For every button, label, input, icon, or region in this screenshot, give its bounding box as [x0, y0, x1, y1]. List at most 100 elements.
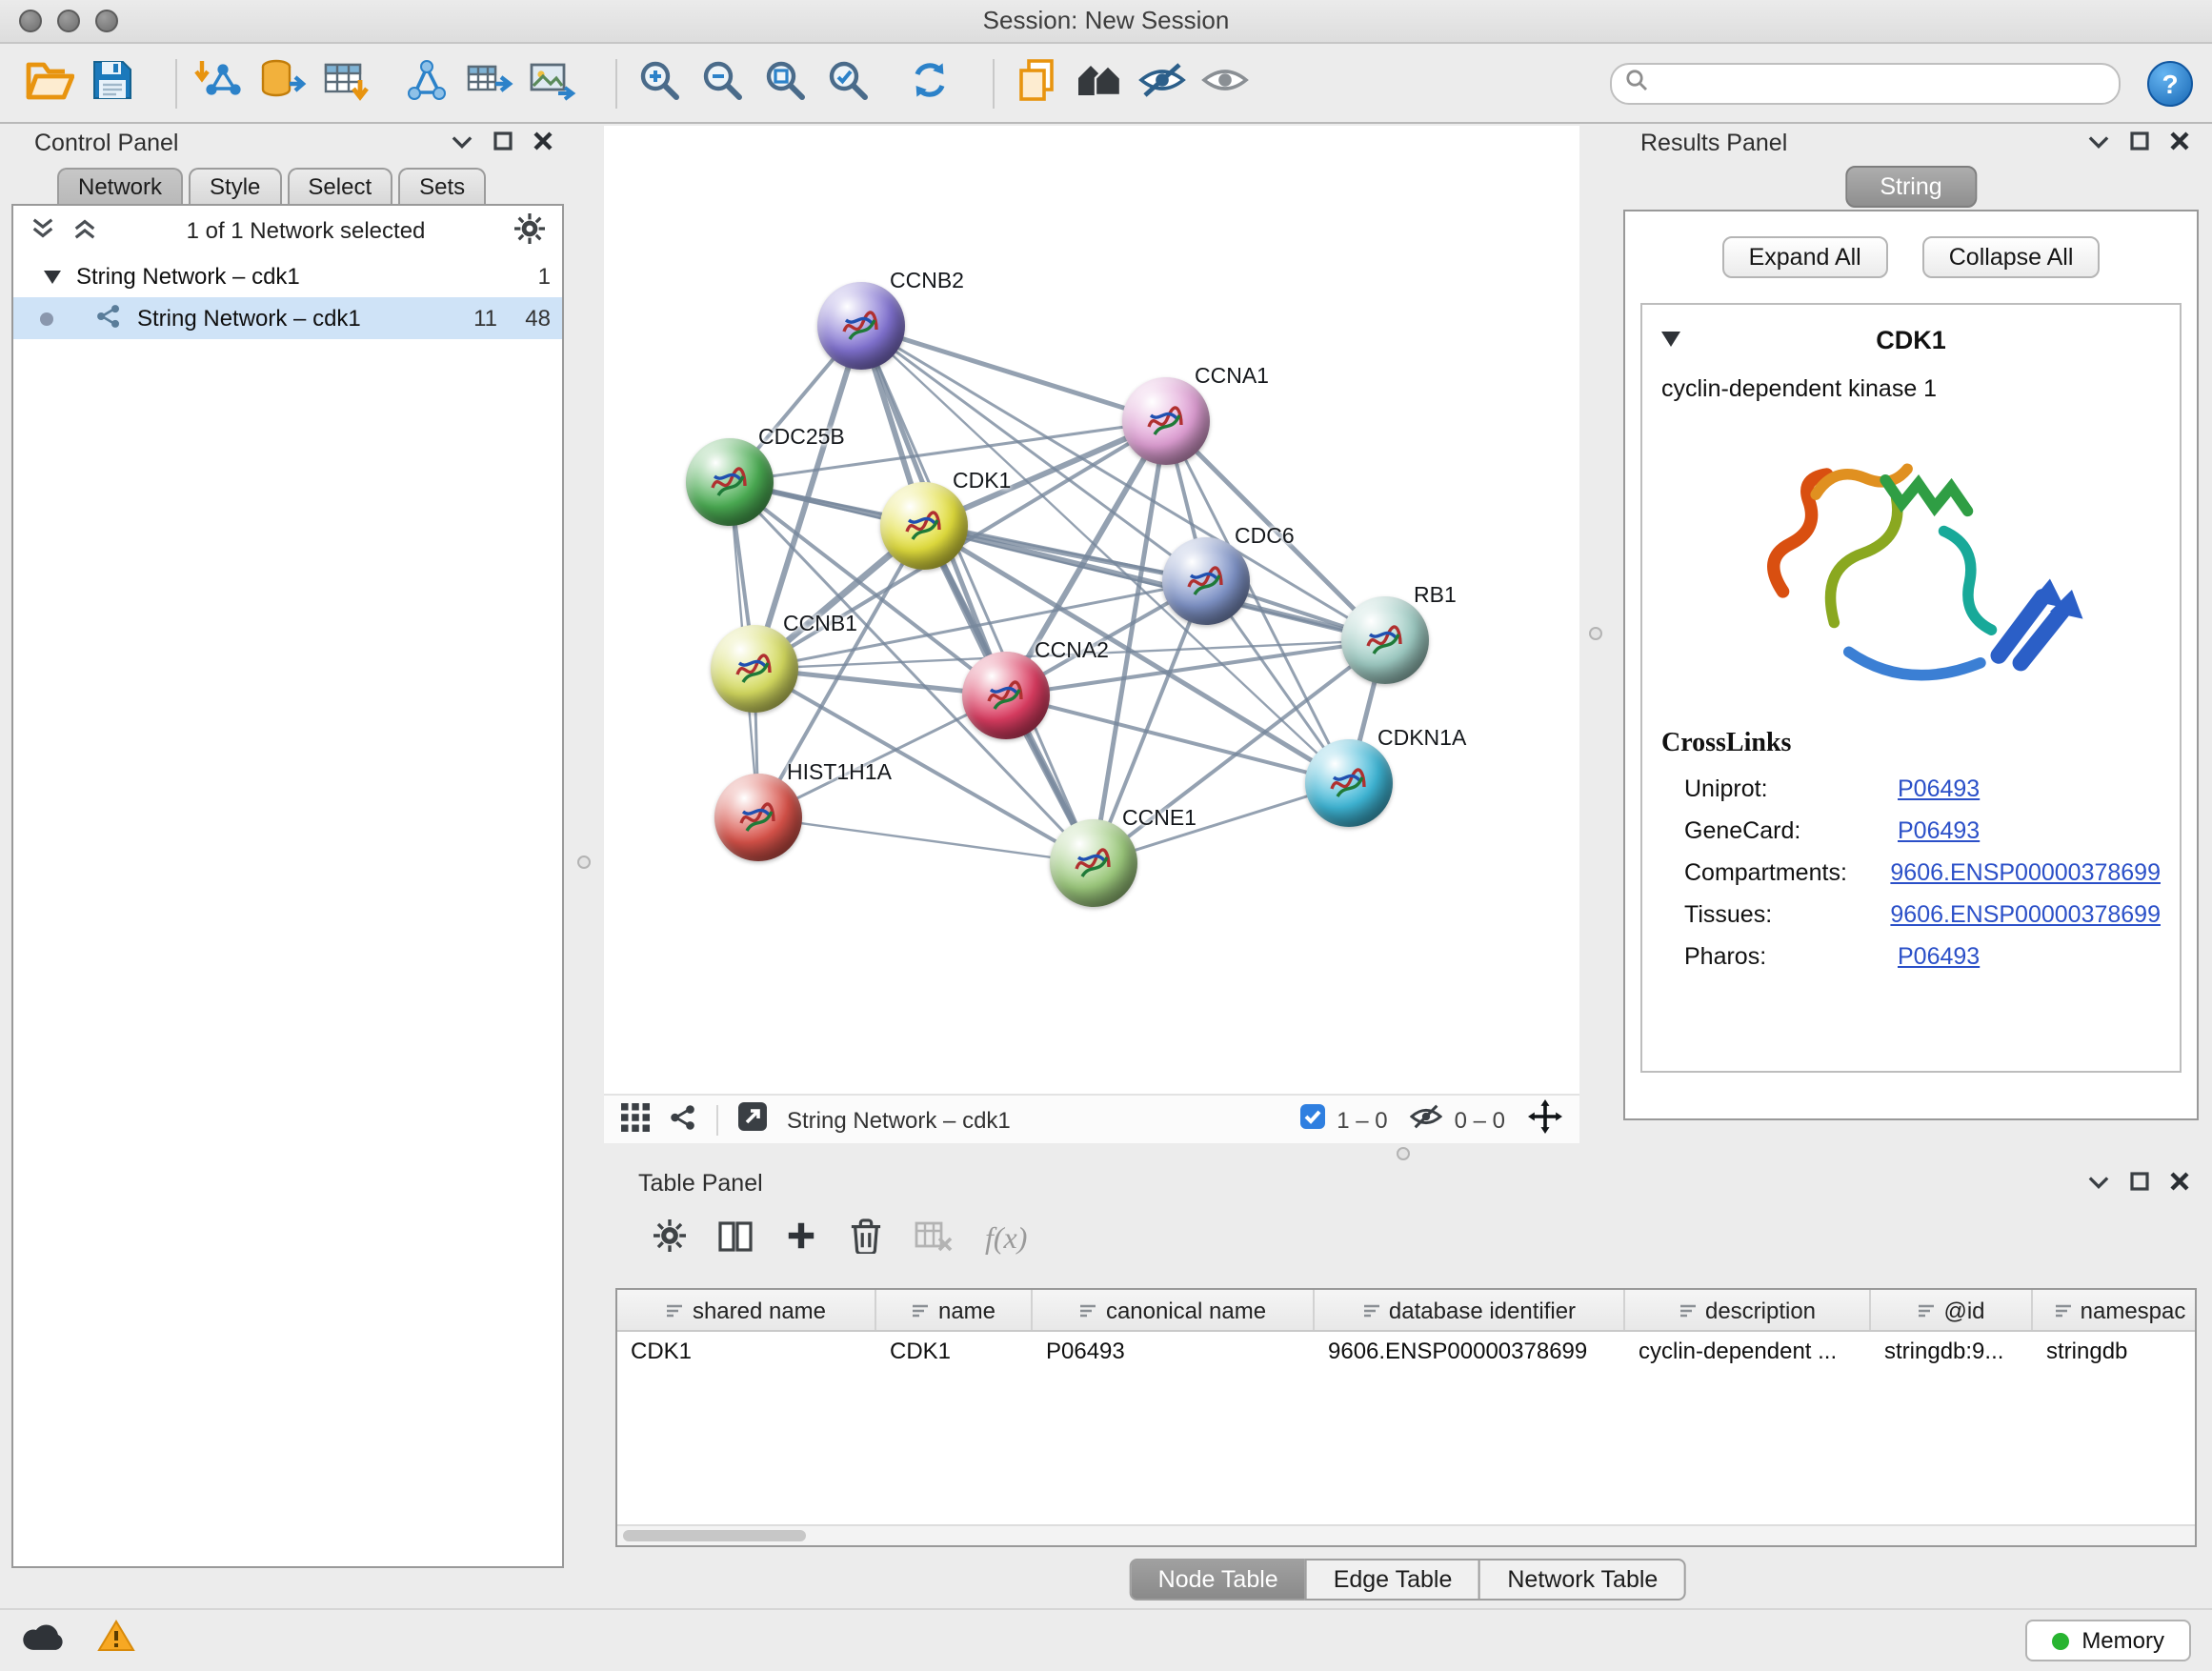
column-header-description[interactable]: description	[1625, 1290, 1871, 1330]
zoom-fit-button[interactable]	[754, 52, 814, 113]
network-node-CDK1[interactable]	[880, 482, 968, 570]
memory-button[interactable]: Memory	[2024, 1620, 2191, 1661]
birdseye-grid-icon[interactable]	[621, 1102, 650, 1137]
close-window-button[interactable]	[19, 10, 42, 32]
splitter-handle[interactable]	[577, 856, 591, 869]
search-input[interactable]	[1658, 68, 2105, 98]
zoom-selected-button[interactable]	[817, 52, 876, 113]
chevron-double-up-icon[interactable]	[72, 216, 97, 245]
new-network-button[interactable]	[396, 52, 455, 113]
network-node-RB1[interactable]	[1341, 596, 1429, 684]
tab-style[interactable]: Style	[189, 168, 281, 204]
network-from-table-button[interactable]	[459, 52, 518, 113]
open-in-window-icon[interactable]	[737, 1101, 768, 1137]
panel-chevron-down-icon[interactable]	[2088, 130, 2109, 156]
table-hscrollbar[interactable]	[617, 1524, 2195, 1545]
import-table-button[interactable]	[314, 52, 373, 113]
add-column-icon[interactable]	[785, 1219, 817, 1261]
move-crosshair-icon[interactable]	[1528, 1099, 1562, 1139]
tab-network[interactable]: Network	[57, 168, 183, 204]
table-cell[interactable]: 9606.ENSP00000378699	[1315, 1332, 1625, 1372]
function-builder-button[interactable]: f(x)	[985, 1223, 1027, 1258]
collapse-section-triangle-icon[interactable]	[1661, 322, 1680, 356]
save-session-button[interactable]	[82, 52, 141, 113]
panel-close-icon[interactable]	[533, 130, 553, 156]
network-node-CCNB2[interactable]	[817, 282, 905, 370]
trash-icon[interactable]	[850, 1218, 882, 1263]
table-gear-icon[interactable]	[654, 1219, 686, 1261]
select-columns-icon[interactable]	[718, 1218, 753, 1262]
table-cell[interactable]: P06493	[1033, 1332, 1315, 1372]
network-node-CDC6[interactable]	[1162, 537, 1250, 625]
tab-string[interactable]: String	[1845, 166, 1976, 208]
import-network-button[interactable]	[189, 52, 248, 113]
hidden-eye-slash-icon[interactable]	[1411, 1103, 1443, 1136]
crosslink-link[interactable]: 9606.ENSP00000378699	[1890, 859, 2161, 886]
table-row[interactable]: CDK1CDK1P064939606.ENSP00000378699cyclin…	[617, 1332, 2195, 1372]
network-canvas[interactable]: CCNB2CCNA1CDC25BCDK1CDC6RB1CCNB1CCNA2CDK…	[604, 126, 1579, 1094]
refresh-layout-button[interactable]	[899, 52, 958, 113]
column-header-shared-name[interactable]: shared name	[617, 1290, 876, 1330]
column-header-namespac[interactable]: namespac	[2033, 1290, 2197, 1330]
splitter-handle[interactable]	[1589, 627, 1602, 640]
zoom-window-button[interactable]	[95, 10, 118, 32]
export-image-button[interactable]	[522, 52, 581, 113]
panel-float-icon[interactable]	[2130, 1170, 2149, 1197]
selected-checkbox-icon[interactable]	[1298, 1103, 1325, 1136]
minimize-window-button[interactable]	[57, 10, 80, 32]
zoom-in-button[interactable]	[629, 52, 688, 113]
column-header-canonical-name[interactable]: canonical name	[1033, 1290, 1315, 1330]
column-header--id[interactable]: @id	[1871, 1290, 2033, 1330]
panel-chevron-down-icon[interactable]	[452, 130, 473, 156]
table-cell[interactable]: stringdb	[2033, 1332, 2197, 1372]
collapse-all-button[interactable]: Collapse All	[1922, 236, 2101, 278]
panel-float-icon[interactable]	[2130, 130, 2149, 156]
network-node-CCNA2[interactable]	[962, 652, 1050, 739]
crosslink-link[interactable]: P06493	[1898, 943, 1980, 970]
crosslink-link[interactable]: P06493	[1898, 775, 1980, 802]
column-header-name[interactable]: name	[876, 1290, 1033, 1330]
disclosure-triangle-icon[interactable]	[44, 263, 61, 290]
show-button[interactable]	[1195, 52, 1254, 113]
network-node-CDC25B[interactable]	[686, 438, 774, 526]
tab-node-table[interactable]: Node Table	[1130, 1559, 1307, 1601]
panel-chevron-down-icon[interactable]	[2088, 1170, 2109, 1197]
crosslink-row: Pharos:P06493	[1661, 943, 2161, 970]
tab-select[interactable]: Select	[287, 168, 392, 204]
panel-close-icon[interactable]	[2170, 1170, 2189, 1197]
hide-button[interactable]	[1132, 52, 1191, 113]
column-header-database-identifier[interactable]: database identifier	[1315, 1290, 1625, 1330]
help-button[interactable]: ?	[2147, 60, 2193, 106]
network-collection-row[interactable]: String Network – cdk1 1	[13, 255, 562, 297]
duplicate-button[interactable]	[1006, 52, 1065, 113]
network-node-CCNB1[interactable]	[711, 625, 798, 713]
network-row[interactable]: String Network – cdk1 11 48	[13, 297, 562, 339]
network-node-CCNE1[interactable]	[1050, 819, 1137, 907]
home-button[interactable]	[1069, 52, 1128, 113]
panel-close-icon[interactable]	[2170, 130, 2189, 156]
warning-icon[interactable]	[97, 1620, 135, 1661]
splitter-handle[interactable]	[1397, 1147, 1410, 1160]
network-node-HIST1H1A[interactable]	[714, 774, 802, 861]
table-cell[interactable]: CDK1	[876, 1332, 1033, 1372]
tab-sets[interactable]: Sets	[398, 168, 486, 204]
chevron-double-down-icon[interactable]	[30, 216, 55, 245]
tab-edge-table[interactable]: Edge Table	[1305, 1559, 1481, 1601]
table-cell[interactable]: stringdb:9...	[1871, 1332, 2033, 1372]
panel-float-icon[interactable]	[493, 130, 513, 156]
expand-all-button[interactable]: Expand All	[1722, 236, 1888, 278]
zoom-out-button[interactable]	[692, 52, 751, 113]
hscroll-thumb[interactable]	[623, 1530, 806, 1541]
table-cell[interactable]: CDK1	[617, 1332, 876, 1372]
import-database-button[interactable]	[251, 52, 311, 113]
crosslink-link[interactable]: P06493	[1898, 817, 1980, 844]
gear-icon[interactable]	[514, 212, 545, 249]
crosslink-link[interactable]: 9606.ENSP00000378699	[1890, 901, 2161, 928]
table-cell[interactable]: cyclin-dependent ...	[1625, 1332, 1871, 1372]
open-session-button[interactable]	[19, 52, 78, 113]
network-node-CCNA1[interactable]	[1122, 377, 1210, 465]
share-network-icon[interactable]	[669, 1102, 697, 1137]
network-node-CDKN1A[interactable]	[1305, 739, 1393, 827]
cloud-icon[interactable]	[21, 1621, 67, 1661]
tab-network-table[interactable]: Network Table	[1478, 1559, 1686, 1601]
